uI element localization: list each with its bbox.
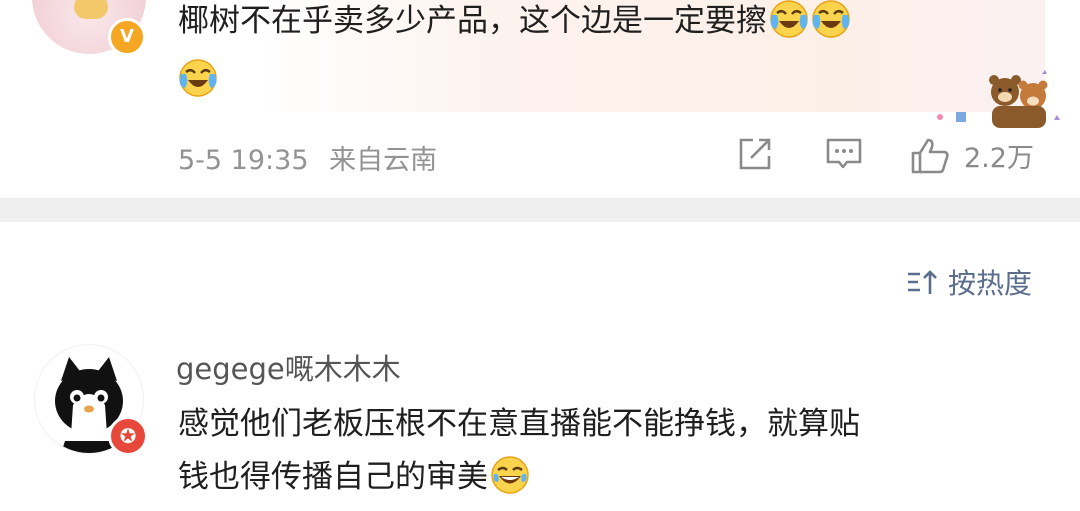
sort-icon xyxy=(908,270,937,294)
reply-button[interactable] xyxy=(825,136,863,172)
comment-text: 感觉他们老板压根不在意直播能不能挣钱，就算贴 xyxy=(178,399,860,449)
comment-date: 5-5 19:35 xyxy=(178,145,309,176)
laughing-crying-emoji-icon xyxy=(179,59,217,97)
user-badge-icon: ✪ xyxy=(108,416,148,456)
avatar-detail xyxy=(74,0,108,19)
laughing-crying-emoji-icon xyxy=(770,0,808,38)
laughing-crying-emoji-icon xyxy=(812,0,850,38)
sort-by-popularity-button[interactable]: 按热度 xyxy=(906,262,1032,302)
comment-icon xyxy=(826,138,862,169)
share-button[interactable] xyxy=(737,136,773,172)
share-icon xyxy=(739,138,771,170)
comment-text-line-2 xyxy=(178,55,218,105)
verified-badge-icon: V xyxy=(108,18,146,56)
bear-sticker-icon xyxy=(937,70,1060,128)
thumbs-up-icon xyxy=(911,138,949,173)
top-comment: V 椰树不在乎卖多少产品，这个边是一定要擦 5-5 19:35 来自云南 2.2… xyxy=(0,0,1080,198)
comment-text: 椰树不在乎卖多少产品，这个边是一定要擦 xyxy=(178,0,851,46)
username[interactable]: gegege嘅木木木 xyxy=(176,346,401,388)
comment-location: 来自云南 xyxy=(329,145,438,176)
comment-text-line: 钱也得传播自己的审美 xyxy=(178,459,488,495)
comment-text-line-2: 钱也得传播自己的审美 xyxy=(178,452,530,502)
like-count: 2.2万 xyxy=(964,143,1034,174)
comment-text-line: 感觉他们老板压根不在意直播能不能挣钱，就算贴 xyxy=(178,406,860,442)
comment-meta: 5-5 19:35 来自云南 xyxy=(178,138,449,177)
laughing-tears-emoji-icon xyxy=(491,456,529,494)
like-button[interactable]: 2.2万 xyxy=(910,136,1034,175)
section-divider xyxy=(0,198,1080,222)
sort-label: 按热度 xyxy=(948,267,1033,300)
comment-text-line: 椰树不在乎卖多少产品，这个边是一定要擦 xyxy=(178,3,767,39)
